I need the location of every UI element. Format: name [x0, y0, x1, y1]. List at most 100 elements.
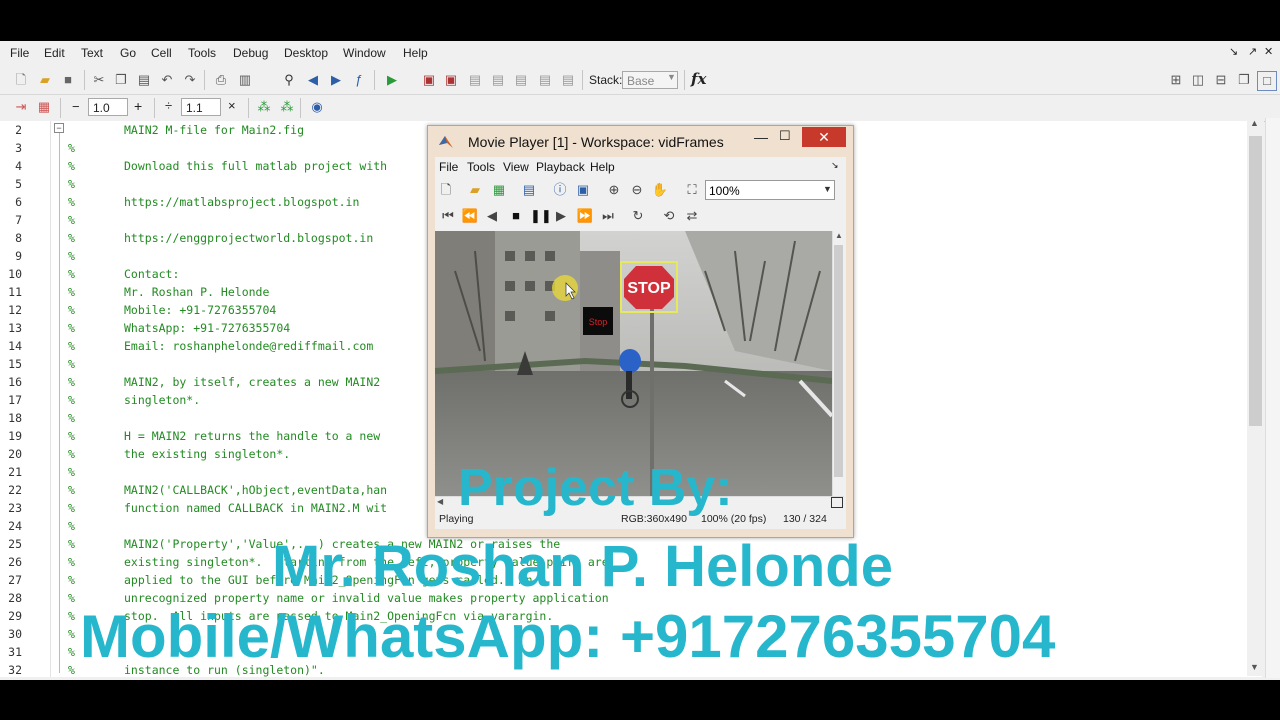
new-file-icon[interactable]: 🗋 [437, 181, 455, 199]
code-line[interactable]: Download this full matlab project with [124, 159, 387, 173]
scroll-left-icon[interactable]: ◀ [437, 497, 443, 506]
code-line[interactable]: WhatsApp: +91-7276355704 [124, 321, 290, 335]
rewind-icon[interactable]: ⏪ [461, 207, 479, 225]
dock-arrow-icon[interactable]: ↘ [1229, 45, 1238, 58]
movie-player-titlebar[interactable]: Movie Player [1] - Workspace: vidFrames … [428, 126, 853, 156]
insert-cell-icon[interactable]: ⇥ [12, 98, 30, 116]
menu-file[interactable]: File [10, 46, 29, 60]
playback-direction-icon[interactable]: ⇄ [683, 207, 701, 225]
print-icon[interactable]: ⎙ [212, 71, 230, 89]
menu-window[interactable]: Window [343, 46, 386, 60]
code-line[interactable]: MAIN2, by itself, creates a new MAIN2 [124, 375, 380, 389]
maximize-icon[interactable]: □ [1257, 71, 1277, 91]
find-icon[interactable]: ⚲ [280, 71, 298, 89]
scroll-up-icon[interactable]: ▲ [1250, 118, 1259, 128]
redo-icon[interactable]: ↷ [181, 71, 199, 89]
export-icon[interactable]: ▤ [520, 181, 538, 199]
divide-value-field[interactable]: 1.1 [181, 98, 221, 116]
loop-icon[interactable]: ⟲ [660, 207, 678, 225]
jump-to-icon[interactable]: ↻ [629, 207, 647, 225]
info-icon[interactable]: ◉ [308, 98, 326, 116]
split-vertical-icon[interactable]: ◫ [1189, 71, 1207, 89]
menu-go[interactable]: Go [120, 46, 136, 60]
scroll-down-icon[interactable]: ▼ [1250, 662, 1259, 672]
multiply-icon[interactable]: × [228, 98, 236, 113]
menu-cell[interactable]: Cell [151, 46, 172, 60]
fold-toggle-icon[interactable]: − [54, 123, 64, 133]
undo-icon[interactable]: ↶ [158, 71, 176, 89]
decrement-value-field[interactable]: 1.0 [88, 98, 128, 116]
close-button[interactable]: ✕ [802, 127, 846, 147]
breakpoint-set-icon[interactable]: ▣ [420, 71, 438, 89]
evaluate-advance-icon[interactable]: ⁂ [278, 98, 296, 116]
code-line[interactable]: https://matlabsproject.blogspot.in [124, 195, 359, 209]
code-line[interactable]: Email: roshanphelonde@rediffmail.com [124, 339, 373, 353]
run-icon[interactable]: ▶ [383, 71, 401, 89]
undock-arrow-icon[interactable]: ↘ [831, 160, 839, 171]
code-line[interactable]: function named CALLBACK in MAIN2.M wit [124, 501, 387, 515]
pixel-region-icon[interactable]: ▣ [574, 181, 592, 199]
code-line[interactable]: singleton*. [124, 393, 200, 407]
new-file-icon[interactable]: 🗋 [12, 71, 30, 89]
undock-arrow-icon[interactable]: ↗ [1248, 45, 1257, 58]
info-icon[interactable]: ⓘ [551, 181, 569, 199]
close-icon[interactable]: ✕ [1264, 45, 1273, 58]
scrollbar-thumb[interactable] [1249, 136, 1262, 426]
step-icon[interactable]: ▤ [466, 71, 484, 89]
plus-icon[interactable]: + [134, 98, 142, 114]
mp-menu-help[interactable]: Help [590, 160, 615, 174]
mp-menu-view[interactable]: View [503, 160, 529, 174]
evaluate-cell-icon[interactable]: ⁂ [255, 98, 273, 116]
exit-debug-icon[interactable]: ▤ [559, 71, 577, 89]
cell-mode-icon[interactable]: ▦ [35, 98, 53, 116]
open-folder-icon[interactable]: ▰ [36, 71, 54, 89]
menu-text[interactable]: Text [81, 46, 103, 60]
go-to-first-icon[interactable]: ⏮ [439, 207, 457, 225]
publish-icon[interactable]: ▥ [236, 71, 254, 89]
cut-icon[interactable]: ✂ [90, 71, 108, 89]
menu-desktop[interactable]: Desktop [284, 46, 328, 60]
breakpoint-clear-icon[interactable]: ▣ [442, 71, 460, 89]
step-out-icon[interactable]: ▤ [512, 71, 530, 89]
mp-menu-file[interactable]: File [439, 160, 458, 174]
step-forward-icon[interactable]: ▶ [552, 207, 570, 225]
minimize-icon[interactable]: — [754, 129, 768, 145]
split-horizontal-icon[interactable]: ⊟ [1212, 71, 1230, 89]
menu-help[interactable]: Help [403, 46, 428, 60]
code-line[interactable]: H = MAIN2 returns the handle to a new [124, 429, 380, 443]
forward-arrow-icon[interactable]: ▶ [327, 71, 345, 89]
scrollbar-thumb[interactable] [834, 245, 843, 477]
code-line[interactable]: Contact: [124, 267, 179, 281]
fast-forward-icon[interactable]: ⏩ [576, 207, 594, 225]
code-line[interactable]: MAIN2('CALLBACK',hObject,eventData,han [124, 483, 387, 497]
maximize-icon[interactable]: ☐ [779, 128, 791, 144]
mp-menu-tools[interactable]: Tools [467, 160, 495, 174]
minus-icon[interactable]: − [72, 99, 80, 114]
menu-edit[interactable]: Edit [44, 46, 65, 60]
back-arrow-icon[interactable]: ◀ [304, 71, 322, 89]
mp-menu-playback[interactable]: Playback [536, 160, 585, 174]
paste-icon[interactable]: ▤ [135, 71, 153, 89]
menu-debug[interactable]: Debug [233, 46, 268, 60]
fit-to-window-icon[interactable]: ⛶ [683, 181, 701, 199]
open-folder-icon[interactable]: ▰ [466, 181, 484, 199]
video-vertical-scrollbar[interactable]: ▲ [832, 231, 845, 496]
code-line[interactable]: https://enggprojectworld.blogspot.in [124, 231, 373, 245]
step-back-icon[interactable]: ◀ [483, 207, 501, 225]
step-in-icon[interactable]: ▤ [489, 71, 507, 89]
function-browser-icon[interactable]: ƒ [350, 71, 368, 89]
go-to-last-icon[interactable]: ⏭ [599, 207, 617, 225]
zoom-select[interactable]: 100% [705, 180, 835, 200]
code-line[interactable]: the existing singleton*. [124, 447, 290, 461]
menu-tools[interactable]: Tools [188, 46, 216, 60]
fx-button[interactable]: fx [691, 70, 706, 88]
tile-layout-icon[interactable]: ⊞ [1167, 71, 1185, 89]
code-line[interactable]: Mr. Roshan P. Helonde [124, 285, 269, 299]
copy-icon[interactable]: ❐ [112, 71, 130, 89]
save-icon[interactable]: ■ [59, 71, 77, 89]
float-icon[interactable]: ❐ [1235, 71, 1253, 89]
divide-icon[interactable]: ÷ [165, 98, 172, 113]
code-line[interactable]: Mobile: +91-7276355704 [124, 303, 276, 317]
pause-icon[interactable]: ❚❚ [530, 207, 552, 225]
stop-icon[interactable]: ■ [507, 207, 525, 225]
